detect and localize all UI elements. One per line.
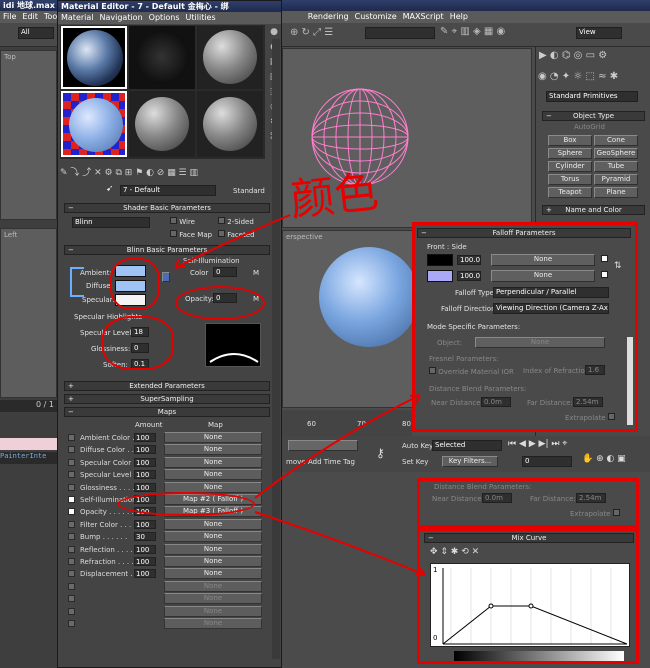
- annotation-arrows: [174, 214, 426, 576]
